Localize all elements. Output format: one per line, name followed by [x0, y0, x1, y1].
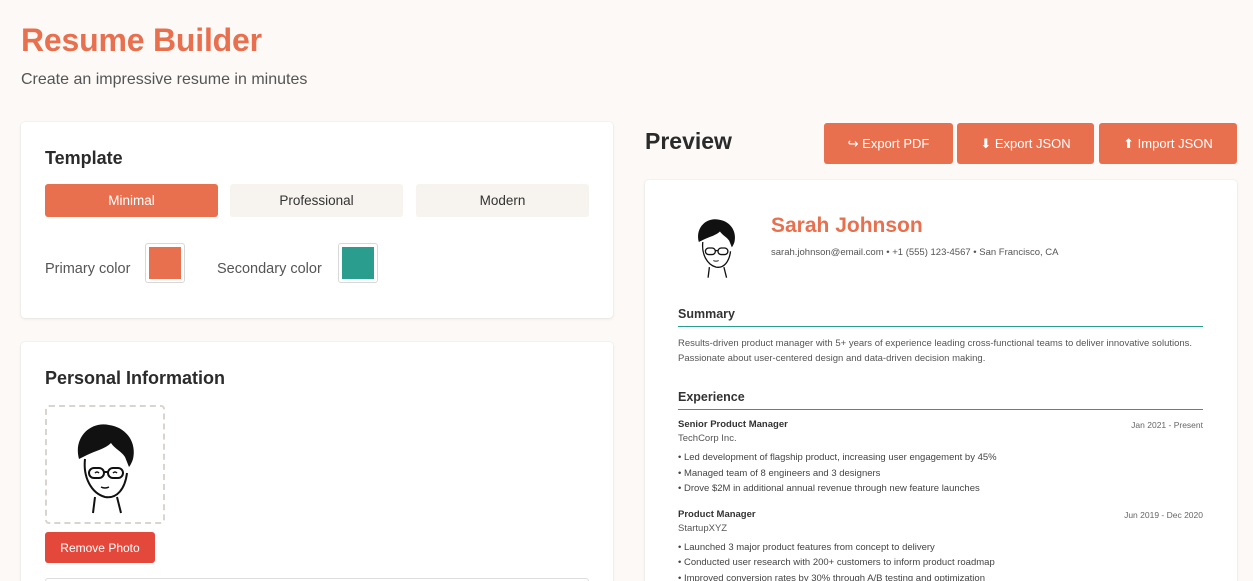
job-bullets: Launched 3 major product features from c… — [678, 540, 1203, 581]
job-entry: Senior Product Manager Jan 2021 - Presen… — [678, 419, 1203, 497]
job-bullets: Led development of flagship product, inc… — [678, 450, 1203, 497]
secondary-color-fill — [342, 247, 374, 279]
job-company: StartupXYZ — [678, 522, 728, 534]
job-dates: Jan 2021 - Present — [1131, 420, 1203, 430]
template-option-professional[interactable]: Professional — [230, 184, 403, 217]
job-bullet: Launched 3 major product features from c… — [678, 540, 1203, 556]
job-bullet: Managed team of 8 engineers and 3 design… — [678, 466, 1203, 482]
primary-color-picker[interactable] — [145, 243, 185, 283]
resume-name: Sarah Johnson — [771, 214, 923, 237]
summary-section: Summary Results-driven product manager w… — [678, 307, 1203, 366]
profile-photo-image — [77, 423, 134, 513]
template-option-modern[interactable]: Modern — [416, 184, 589, 217]
template-option-minimal[interactable]: Minimal — [45, 184, 218, 217]
template-card-title: Template — [45, 148, 123, 168]
export-pdf-button[interactable]: ↪ Export PDF — [824, 123, 953, 164]
job-title: Senior Product Manager — [678, 419, 788, 430]
profile-photo-upload[interactable] — [45, 405, 165, 524]
import-json-button[interactable]: ⬆ Import JSON — [1099, 123, 1237, 164]
personal-info-card: Personal Information Remove Photo — [21, 342, 613, 581]
secondary-color-picker[interactable] — [338, 243, 378, 283]
resume-preview: Sarah Johnson sarah.johnson@email.com • … — [645, 180, 1237, 581]
secondary-color-label: Secondary color — [217, 261, 322, 277]
template-card: Template Minimal Professional Modern Pri… — [21, 122, 613, 318]
remove-photo-button[interactable]: Remove Photo — [45, 532, 155, 563]
resume-contact: sarah.johnson@email.com • +1 (555) 123-4… — [771, 247, 1059, 258]
resume-photo — [698, 219, 735, 278]
preview-title: Preview — [645, 128, 732, 154]
export-json-button[interactable]: ⬇ Export JSON — [957, 123, 1094, 164]
summary-text: Results-driven product manager with 5+ y… — [678, 338, 1193, 364]
job-entry: Product Manager Jun 2019 - Dec 2020 Star… — [678, 509, 1203, 581]
app-subtitle: Create an impressive resume in minutes — [21, 71, 308, 88]
personal-info-title: Personal Information — [45, 368, 226, 388]
experience-section: Experience Senior Product Manager Jan 20… — [678, 390, 1203, 581]
job-bullet: Improved conversion rates by 30% through… — [678, 571, 1203, 581]
primary-color-fill — [149, 247, 181, 279]
job-bullet: Conducted user research with 200+ custom… — [678, 555, 1203, 571]
job-company: TechCorp Inc. — [678, 433, 737, 444]
primary-color-label: Primary color — [45, 261, 131, 277]
job-bullet: Drove $2M in additional annual revenue t… — [678, 481, 1203, 497]
job-bullet: Led development of flagship product, inc… — [678, 450, 1203, 466]
app-title: Resume Builder — [21, 22, 262, 58]
job-dates: Jun 2019 - Dec 2020 — [1124, 509, 1203, 520]
summary-heading: Summary — [678, 307, 1203, 327]
experience-heading: Experience — [678, 390, 1203, 410]
